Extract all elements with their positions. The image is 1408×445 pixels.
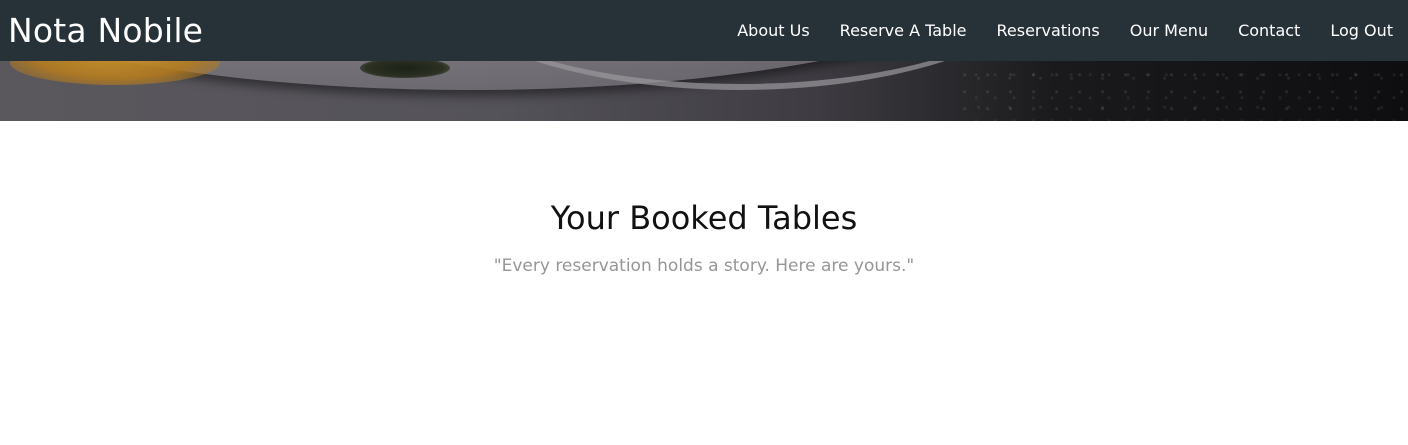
nav-link-reservations[interactable]: Reservations	[996, 21, 1099, 40]
nav-item-reservations: Reservations	[996, 21, 1099, 40]
nav-link-contact[interactable]: Contact	[1238, 21, 1300, 40]
brand-logo-link[interactable]: Nota Nobile	[8, 14, 203, 47]
navbar: Nota Nobile About Us Reserve A Table Res…	[0, 0, 1408, 61]
page-title: Your Booked Tables	[550, 199, 858, 237]
page: Nota Nobile About Us Reserve A Table Res…	[0, 0, 1408, 445]
nav-link-about-us[interactable]: About Us	[737, 21, 809, 40]
nav-link-reserve-a-table[interactable]: Reserve A Table	[840, 21, 967, 40]
nav-link-log-out[interactable]: Log Out	[1330, 21, 1393, 40]
main-content: Your Booked Tables "Every reservation ho…	[0, 121, 1408, 445]
nav-item-reserve-a-table: Reserve A Table	[840, 21, 967, 40]
nav-menu: About Us Reserve A Table Reservations Ou…	[707, 21, 1393, 40]
nav-item-log-out: Log Out	[1330, 21, 1393, 40]
garnish-image-detail	[360, 58, 450, 78]
nav-item-our-menu: Our Menu	[1130, 21, 1208, 40]
page-subtitle: "Every reservation holds a story. Here a…	[493, 256, 915, 276]
nav-item-about-us: About Us	[737, 21, 809, 40]
nav-item-contact: Contact	[1238, 21, 1300, 40]
nav-link-our-menu[interactable]: Our Menu	[1130, 21, 1208, 40]
